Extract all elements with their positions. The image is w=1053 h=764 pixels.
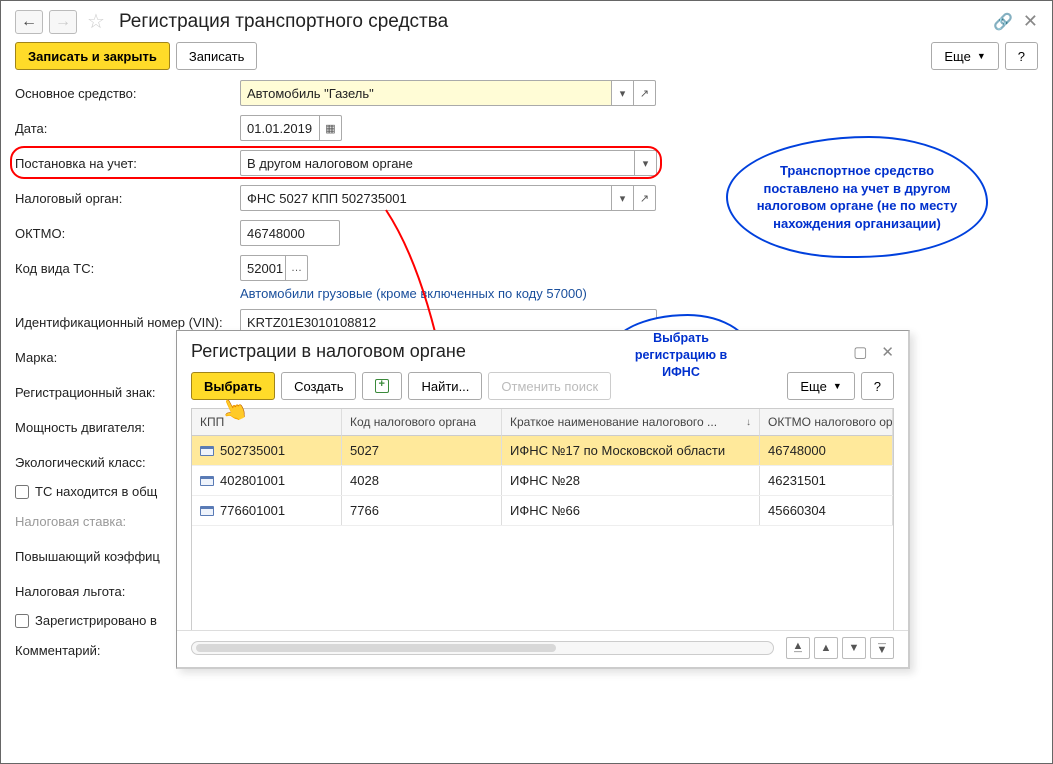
dialog-maximize-icon[interactable]: ▢ — [853, 343, 867, 361]
select-button[interactable]: Выбрать — [191, 372, 275, 400]
col-tax-code[interactable]: Код налогового органа — [342, 409, 502, 436]
registration-dropdown-icon[interactable]: ▾ — [635, 150, 657, 176]
vehicle-type-label: Код вида ТС: — [15, 261, 240, 276]
selection-dialog: Регистрации в налоговом органе ▢ ✕ Выбра… — [176, 330, 910, 669]
col-oktmo[interactable]: ОКТМО налогового орг — [760, 409, 893, 436]
tax-office-input[interactable]: ФНС 5027 КПП 502735001 — [240, 185, 612, 211]
date-input-group: 01.01.2019 ▦ — [240, 115, 342, 141]
asset-open-icon[interactable]: ↗ — [634, 80, 656, 106]
find-button[interactable]: Найти... — [408, 372, 482, 400]
cancel-find-button[interactable]: Отменить поиск — [488, 372, 611, 400]
registration-label: Постановка на учет: — [15, 156, 240, 171]
vehicle-type-input[interactable]: 52001 — [240, 255, 286, 281]
table-row[interactable]: 402801001 4028 ИФНС №28 46231501 — [192, 466, 893, 496]
close-icon[interactable]: ✕ — [1023, 11, 1038, 32]
back-button[interactable]: ← — [15, 10, 43, 34]
record-icon — [200, 446, 214, 456]
table-row[interactable]: 502735001 5027 ИФНС №17 по Московской об… — [192, 436, 893, 466]
favorite-icon[interactable]: ☆ — [87, 9, 105, 34]
dialog-close-icon[interactable]: ✕ — [881, 343, 894, 361]
asset-input-group: Автомобиль "Газель" ▾ ↗ — [240, 80, 656, 106]
shared-ownership-label: ТС находится в общ — [35, 484, 157, 499]
more-button[interactable]: Еще▼ — [931, 42, 998, 70]
asset-input[interactable]: Автомобиль "Газель" — [240, 80, 612, 106]
command-bar: Записать и закрыть Записать Еще▼ ? — [1, 38, 1052, 80]
record-icon — [200, 476, 214, 486]
dialog-command-bar: Выбрать Создать Найти... Отменить поиск … — [177, 368, 908, 408]
scroll-down-button[interactable]: ▼ — [842, 637, 866, 659]
main-window: ← → ☆ Регистрация транспортного средства… — [0, 0, 1053, 764]
record-icon — [200, 506, 214, 516]
tax-office-input-group: ФНС 5027 КПП 502735001 ▾ ↗ — [240, 185, 656, 211]
sort-indicator-icon: ↓ — [746, 417, 751, 428]
calendar-icon[interactable]: ▦ — [320, 115, 342, 141]
tax-office-label: Налоговый орган: — [15, 191, 240, 206]
asset-dropdown-icon[interactable]: ▾ — [612, 80, 634, 106]
table-row[interactable]: 776601001 7766 ИФНС №66 45660304 — [192, 496, 893, 526]
asset-label: Основное средство: — [15, 86, 240, 101]
vin-label: Идентификационный номер (VIN): — [15, 315, 240, 330]
tax-office-open-icon[interactable]: ↗ — [634, 185, 656, 211]
oktmo-input[interactable]: 46748000 — [240, 220, 340, 246]
scroll-top-button[interactable]: ▲― — [786, 637, 810, 659]
table-header: КПП Код налогового органа Краткое наимен… — [192, 409, 893, 436]
dialog-header: Регистрации в налоговом органе ▢ ✕ — [177, 331, 908, 368]
copy-button[interactable] — [362, 372, 402, 400]
page-title: Регистрация транспортного средства — [119, 11, 448, 33]
horizontal-scrollbar[interactable] — [191, 641, 774, 655]
registered-in-checkbox[interactable] — [15, 614, 29, 628]
help-button[interactable]: ? — [1005, 42, 1038, 70]
table-body: 502735001 5027 ИФНС №17 по Московской об… — [192, 436, 893, 630]
scroll-bottom-button[interactable]: ―▼ — [870, 637, 894, 659]
registration-input[interactable]: В другом налоговом органе — [240, 150, 635, 176]
dialog-footer: ▲― ▲ ▼ ―▼ — [177, 630, 908, 667]
dialog-title: Регистрации в налоговом органе — [191, 341, 466, 362]
save-close-button[interactable]: Записать и закрыть — [15, 42, 170, 70]
col-short-name[interactable]: Краткое наименование налогового ...↓ — [502, 409, 760, 436]
vehicle-type-browse-icon[interactable]: … — [286, 255, 308, 281]
save-button[interactable]: Записать — [176, 42, 258, 70]
link-icon[interactable]: 🔗 — [993, 12, 1013, 32]
date-input[interactable]: 01.01.2019 — [240, 115, 320, 141]
copy-icon — [375, 379, 389, 393]
create-button[interactable]: Создать — [281, 372, 356, 400]
shared-ownership-checkbox[interactable] — [15, 485, 29, 499]
oktmo-label: ОКТМО: — [15, 226, 240, 241]
selection-table: КПП Код налогового органа Краткое наимен… — [191, 408, 894, 630]
dialog-help-button[interactable]: ? — [861, 372, 894, 400]
callout-cloud-main: Транспортное средство поставлено на учет… — [726, 136, 988, 258]
tax-office-dropdown-icon[interactable]: ▾ — [612, 185, 634, 211]
forward-button[interactable]: → — [49, 10, 77, 34]
registered-in-label: Зарегистрировано в — [35, 613, 157, 628]
col-kpp[interactable]: КПП — [192, 409, 342, 436]
scroll-up-button[interactable]: ▲ — [814, 637, 838, 659]
registration-input-group: В другом налоговом органе ▾ — [240, 150, 657, 176]
dialog-more-button[interactable]: Еще▼ — [787, 372, 854, 400]
vehicle-type-desc-link[interactable]: Автомобили грузовые (кроме включенных по… — [240, 286, 1038, 301]
date-label: Дата: — [15, 121, 240, 136]
header: ← → ☆ Регистрация транспортного средства… — [1, 1, 1052, 38]
vehicle-type-input-group: 52001 … — [240, 255, 308, 281]
